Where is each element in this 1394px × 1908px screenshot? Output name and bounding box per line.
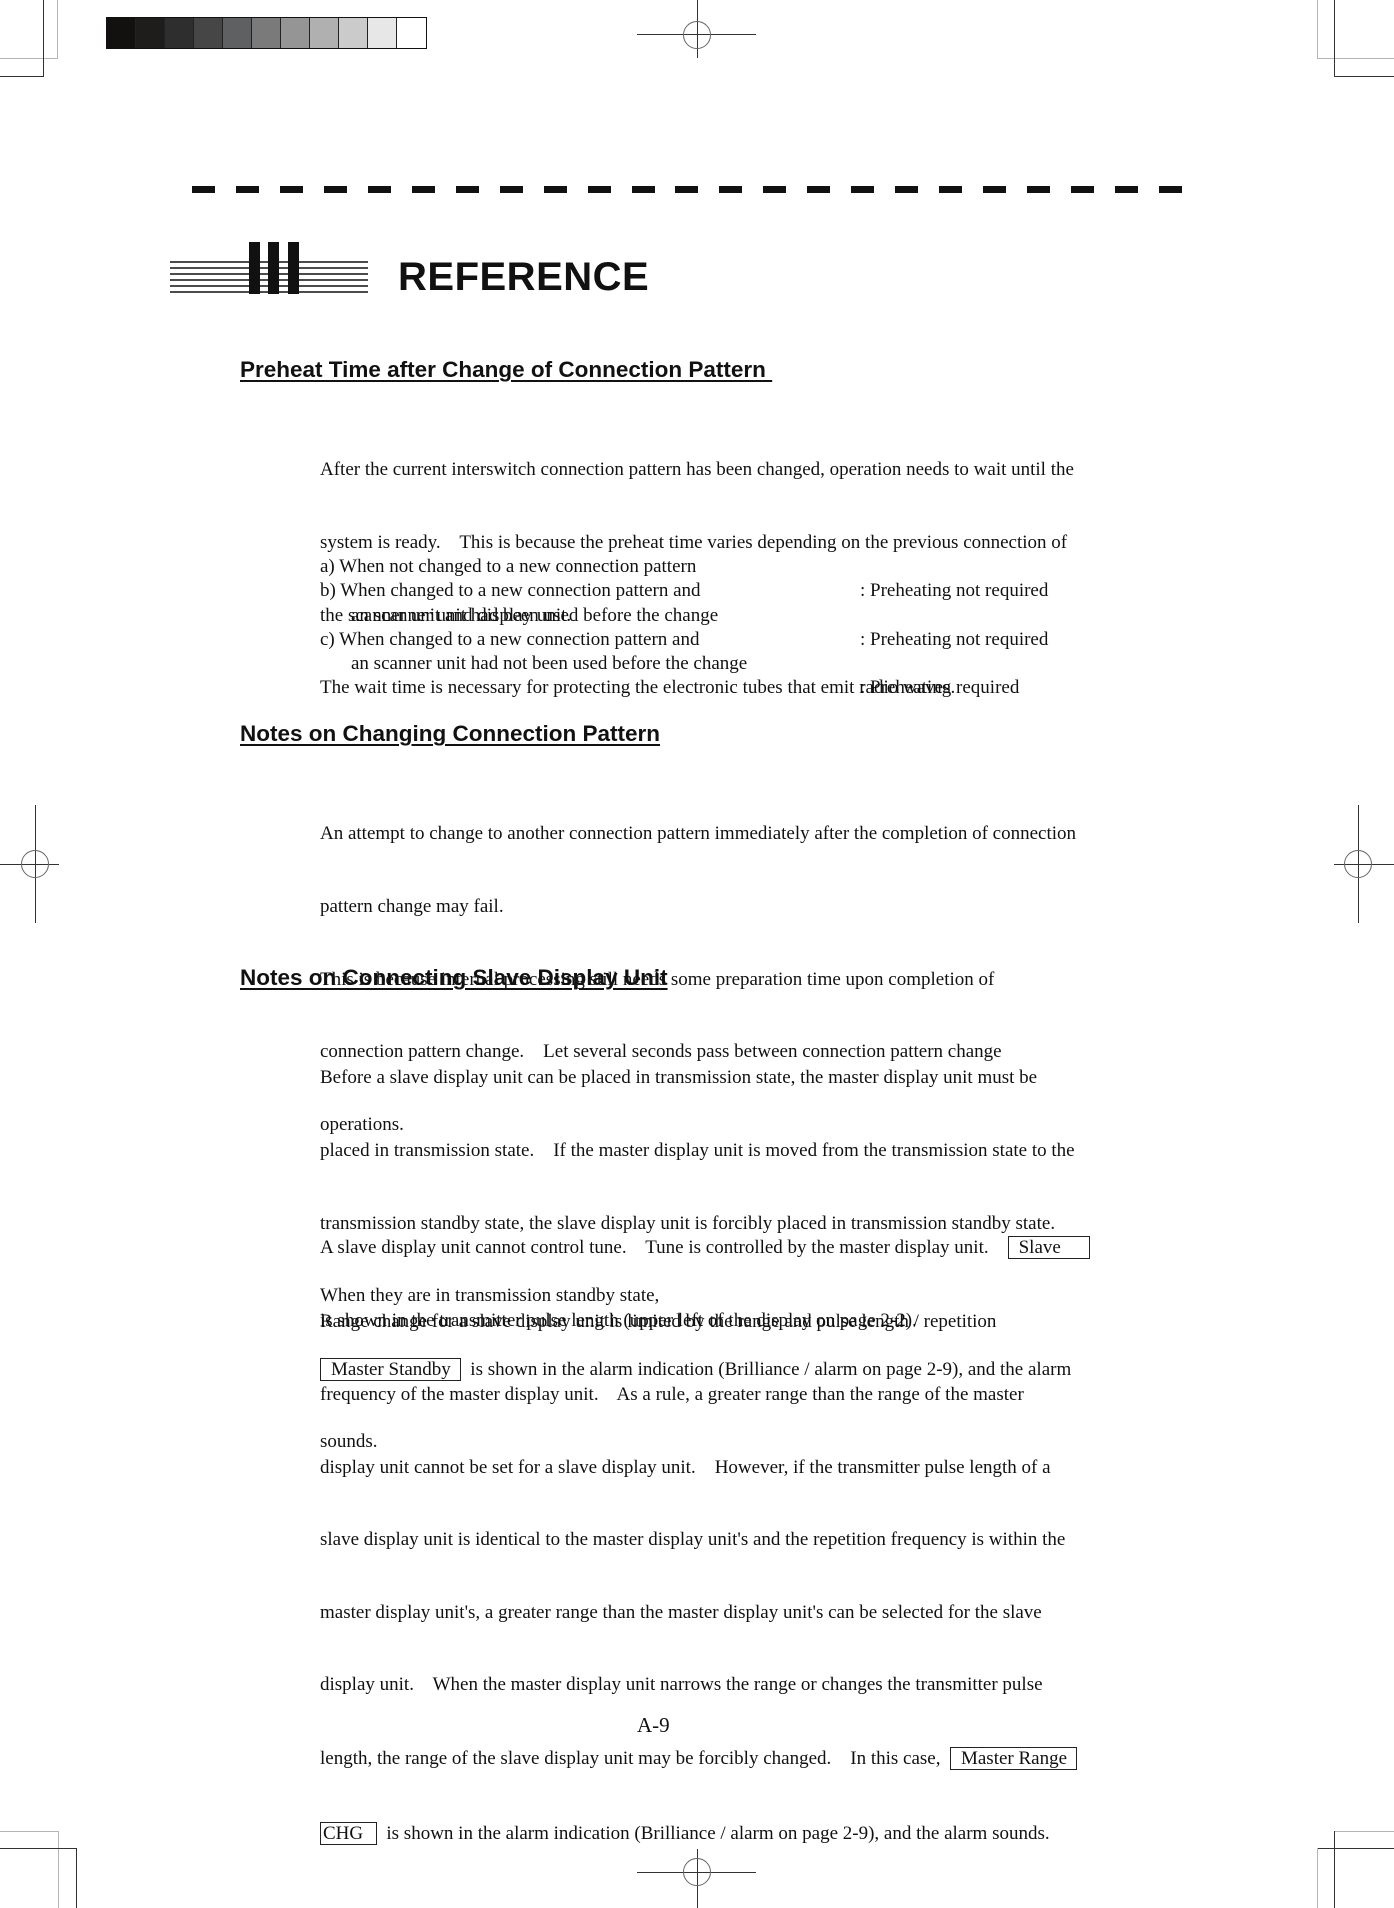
gray-swatch-1 [107, 18, 136, 48]
dash-segment [455, 186, 479, 193]
condition-text: an scanner unit had not been used before… [351, 652, 748, 674]
dash-segment [1071, 186, 1095, 193]
master-range-chg-indicator-box-continued: CHG [320, 1821, 377, 1845]
section-heading-changing-connection: Notes on Changing Connection Pattern [240, 721, 660, 746]
gray-swatch-11 [397, 18, 426, 48]
text-line: Before a slave display unit can be place… [320, 1067, 1038, 1089]
text-line: frequency of the master display unit. As… [320, 1384, 1024, 1406]
text-fragment: A slave display unit cannot control tune… [320, 1237, 1008, 1259]
list-item: b) When changed to a new connection patt… [320, 555, 1140, 601]
gray-swatch-9 [339, 18, 368, 48]
slave-indicator-box: Slave [1007, 1236, 1090, 1260]
text-line: A slave display unit cannot control tune… [320, 1236, 1160, 1260]
dash-segment [235, 186, 259, 193]
text-line: master display unit's, a greater range t… [320, 1601, 1042, 1623]
list-item: c) When changed to a new connection patt… [320, 604, 1140, 650]
dash-segment [587, 186, 611, 193]
dash-segment [192, 186, 215, 193]
condition-result: : Preheating required [860, 677, 1020, 699]
dash-segment [807, 186, 831, 193]
text-line: pattern change may fail. [320, 896, 504, 918]
gray-swatch-3 [165, 18, 194, 48]
dash-segment [323, 186, 347, 193]
dash-segment [939, 186, 963, 193]
text-fragment: length, the range of the slave display u… [320, 1748, 950, 1770]
dash-segment [719, 186, 743, 193]
dash-segment [499, 186, 523, 193]
dash-segment [1027, 186, 1051, 193]
dash-segment [411, 186, 435, 193]
slave-display-paragraph-3: Range change for a slave display unit is… [320, 1262, 1160, 1870]
gray-swatch-4 [194, 18, 223, 48]
gray-swatch-10 [368, 18, 397, 48]
text-line: length, the range of the slave display u… [320, 1747, 1160, 1771]
dash-segment [1158, 186, 1182, 193]
dashed-divider [192, 186, 1182, 194]
text-line: An attempt to change to another connecti… [320, 823, 1077, 845]
dash-segment [631, 186, 655, 193]
section-heading-slave-display: Notes on Connecting Slave Display Unit [240, 965, 668, 990]
preheat-condition-list: a) When not changed to a new connection … [320, 531, 1140, 698]
text-line: slave display unit is identical to the m… [320, 1529, 1066, 1551]
gray-swatch-7 [281, 18, 310, 48]
gray-swatch-5 [223, 18, 252, 48]
dash-segment [675, 186, 699, 193]
chapter-title: REFERENCE [398, 255, 650, 299]
text-line: placed in transmission state. If the mas… [320, 1140, 1075, 1162]
gray-swatch-8 [310, 18, 339, 48]
dash-segment [543, 186, 567, 193]
page-number: A-9 [637, 1713, 670, 1737]
list-item-continuation: an scanner unit had not been used before… [320, 628, 1140, 698]
text-line: Range change for a slave display unit is… [320, 1311, 997, 1333]
dash-segment [763, 186, 787, 193]
list-item: a) When not changed to a new connection … [320, 531, 1140, 601]
gray-swatch-6 [252, 18, 281, 48]
text-line: CHG is shown in the alarm indication (Br… [320, 1821, 1160, 1846]
dash-segment [279, 186, 303, 193]
dash-segment [1115, 186, 1139, 193]
text-fragment: is shown in the alarm indication (Brilli… [376, 1822, 1050, 1844]
gray-scale-bar [106, 17, 427, 49]
text-line: display unit cannot be set for a slave d… [320, 1456, 1051, 1478]
list-item-continuation: an scanner unit had been used before the… [320, 579, 1140, 650]
gray-swatch-2 [136, 18, 165, 48]
dash-segment [983, 186, 1007, 193]
text-line: display unit. When the master display un… [320, 1674, 1043, 1696]
dash-segment [895, 186, 919, 193]
roman-numeral-three-icon [170, 242, 368, 294]
dash-segment [851, 186, 875, 193]
text-line: After the current interswitch connection… [320, 459, 1074, 481]
section-heading-preheat-time: Preheat Time after Change of Connection … [240, 357, 773, 382]
master-range-chg-indicator-box: Master Range [949, 1747, 1078, 1771]
text-line: The wait time is necessary for protectin… [320, 677, 956, 699]
dash-segment [367, 186, 391, 193]
